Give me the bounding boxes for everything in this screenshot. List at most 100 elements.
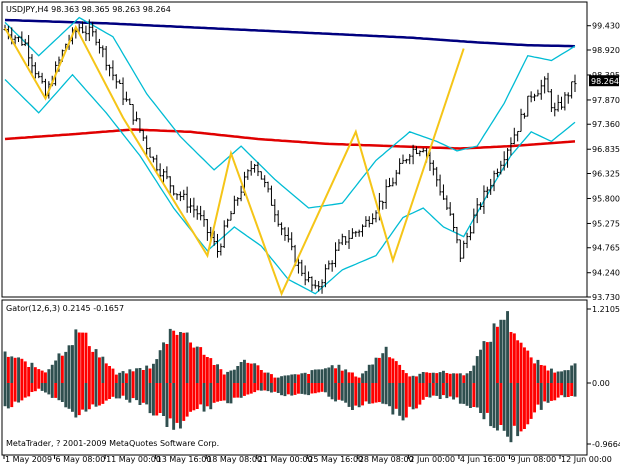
gator-lower-bar [23, 383, 27, 398]
price-bar [118, 79, 122, 85]
time-tick-label: 18 May 08:00 [207, 455, 262, 464]
price-bar [178, 191, 182, 202]
price-bar [313, 279, 317, 289]
gator-lower-bar [384, 383, 388, 405]
price-bar [468, 226, 472, 241]
price-bar [371, 213, 375, 225]
price-bar [387, 177, 391, 188]
price-bar [506, 148, 510, 168]
gator-lower-bar [418, 383, 422, 405]
gator-lower-bar [425, 383, 429, 397]
gator-lower-bar [253, 383, 257, 393]
price-bar [249, 160, 253, 176]
gator-upper-bar [138, 368, 142, 383]
gator-upper-bar [347, 372, 351, 383]
price-bar [418, 150, 422, 157]
gator-upper-bar [185, 332, 189, 383]
gator-upper-bar [458, 373, 462, 383]
gator-lower-bar [286, 383, 290, 395]
gator-lower-bar [263, 383, 267, 391]
gator-lower-bar [44, 383, 47, 393]
gator-lower-bar [509, 383, 513, 443]
price-bar [145, 135, 149, 156]
gator-upper-bar [543, 365, 547, 383]
gator-upper-bar [556, 371, 560, 383]
gator-upper-bar [20, 358, 24, 383]
gator-lower-bar [189, 383, 192, 412]
price-bar [401, 154, 405, 164]
gator-upper-bar [418, 373, 422, 383]
gator-lower-bar [111, 383, 115, 397]
gator-upper-bar [23, 361, 27, 383]
price-bar [246, 169, 250, 180]
price-bar [448, 202, 452, 216]
gator-upper-bar [175, 334, 179, 383]
gator-lower-bar [408, 383, 412, 407]
gator-lower-bar [573, 383, 577, 397]
gator-lower-bar [401, 383, 405, 421]
price-bar [307, 271, 311, 283]
price-bar [361, 224, 365, 237]
price-bar [455, 226, 459, 244]
gator-lower-bar [455, 383, 459, 398]
price-bar [408, 153, 412, 165]
gator-axis: 1.2105 0.00 -0.9664 [587, 305, 620, 449]
gator-header: Gator(12,6,3) 0.2145 -0.1657 [6, 304, 124, 313]
price-bar [168, 176, 172, 194]
gator-upper-bar [570, 365, 574, 383]
gator-lower-bar [270, 383, 273, 393]
price-bar [286, 227, 290, 243]
gator-upper-bar [243, 359, 246, 383]
gator-upper-bar [354, 376, 358, 383]
gator-lower-bar [3, 383, 7, 407]
price-bar [219, 243, 223, 256]
bollinger-lower-line [4, 73, 576, 295]
gator-lower-bar [307, 383, 310, 396]
gator-upper-bar [539, 365, 543, 383]
price-bar [394, 169, 398, 186]
main-chart-frame [1, 1, 588, 298]
gator-lower-bar [317, 383, 321, 393]
price-bar [445, 195, 449, 210]
gator-lower-bar [54, 383, 58, 398]
price-bar [398, 158, 402, 175]
gator-lower-bar [145, 383, 149, 405]
price-tick-label: 95.800 [592, 194, 620, 203]
price-bar [462, 240, 466, 259]
gator-upper-bar [337, 364, 341, 383]
gator-lower-bar [324, 383, 327, 393]
gator-upper-bar [374, 357, 378, 383]
gator-lower-bar [364, 383, 368, 402]
gator-lower-bar [57, 383, 61, 401]
gator-lower-bar [469, 383, 472, 408]
gator-lower-bar [131, 383, 135, 399]
gator-upper-bar [286, 375, 290, 383]
chart-svg: 99.43098.92098.39597.87097.36096.83596.3… [1, 1, 620, 464]
price-bar [266, 181, 270, 193]
gator-upper-bar [60, 355, 64, 383]
gator-lower-bar [243, 383, 246, 396]
gator-lower-bar [435, 383, 439, 396]
price-bar [334, 242, 338, 268]
gator-upper-bar [259, 370, 263, 383]
gator-upper-bar [195, 346, 199, 383]
gator-upper-bar [334, 368, 337, 383]
bollinger-upper-line [4, 16, 576, 209]
gator-lower-bar [17, 383, 20, 403]
gator-lower-bar [216, 383, 219, 402]
gator-upper-bar [512, 333, 516, 383]
gator-upper-bar [148, 368, 152, 383]
gator-upper-bar [448, 373, 452, 383]
price-bar [327, 260, 331, 270]
price-bar [452, 213, 456, 232]
gator-upper-bar [158, 350, 162, 383]
gator-upper-bar [438, 372, 442, 383]
price-tick-label: 99.430 [592, 22, 620, 31]
gator-upper-bar [502, 319, 506, 383]
gator-lower-bar [489, 383, 493, 427]
price-bar [131, 104, 135, 125]
gator-lower-bar [421, 383, 425, 400]
price-bar [553, 102, 557, 117]
gator-upper-bar [165, 344, 169, 383]
price-bar [560, 96, 564, 110]
